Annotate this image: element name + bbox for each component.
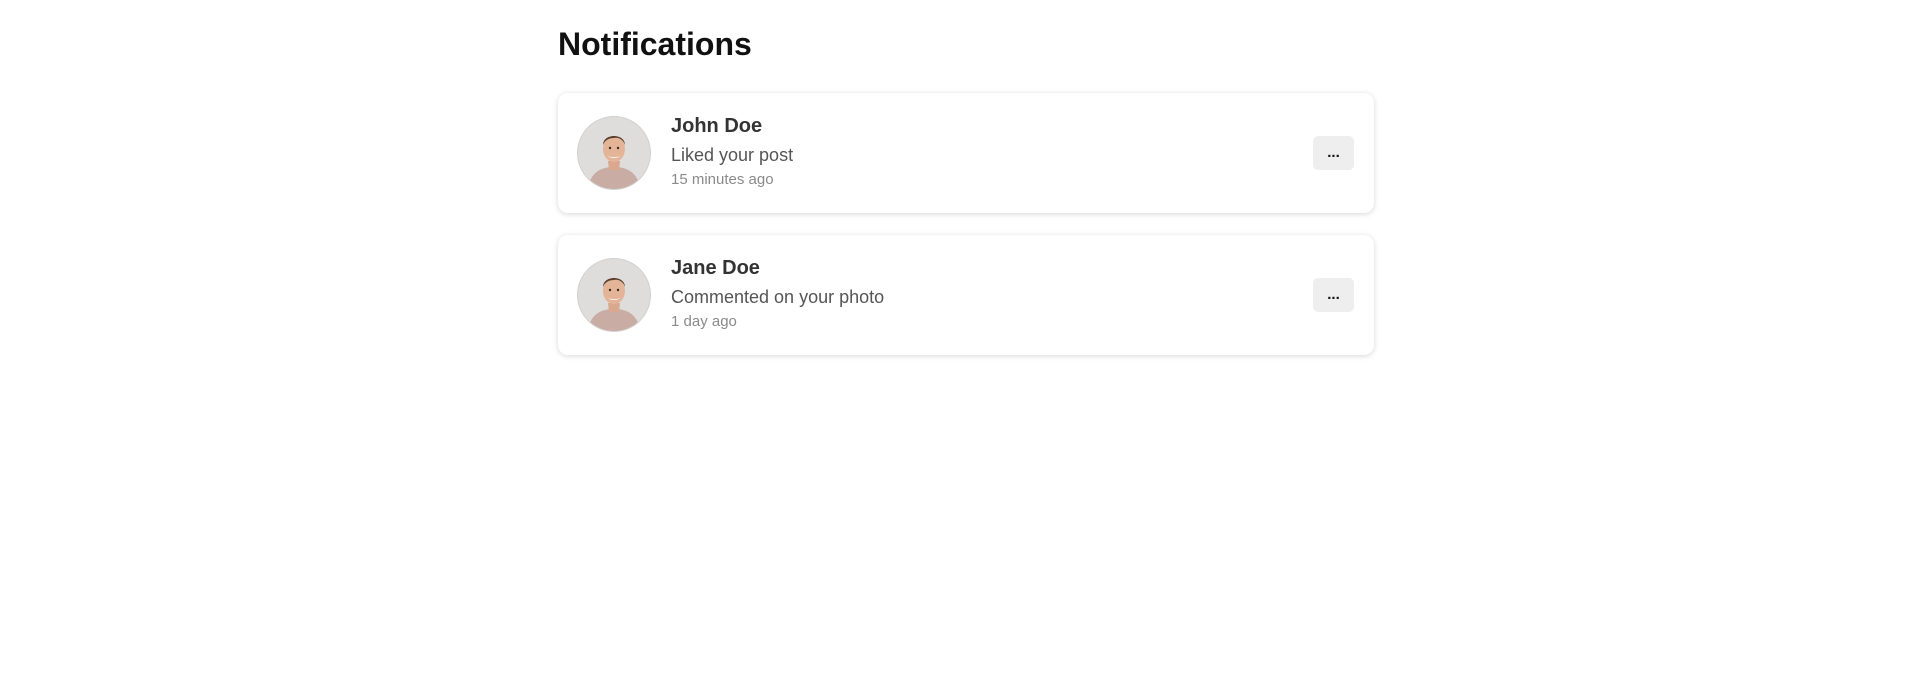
avatar[interactable]: [578, 117, 650, 189]
more-options-button[interactable]: ...: [1313, 278, 1354, 312]
notification-list: John Doe Liked your post 15 minutes ago …: [558, 93, 1374, 355]
notification-action-text: Commented on your photo: [671, 287, 885, 307]
user-avatar-icon: [578, 117, 650, 189]
avatar[interactable]: [578, 259, 650, 331]
notification-timestamp: 1 day ago: [671, 313, 737, 330]
user-avatar-icon: [578, 259, 650, 331]
notification-action-text: Liked your post: [671, 145, 794, 165]
notification-content: John Doe Liked your post 15 minutes ago: [671, 113, 793, 189]
more-options-button[interactable]: ...: [1313, 136, 1354, 170]
notification-card[interactable]: Jane Doe Commented on your photo 1 day a…: [558, 235, 1374, 355]
notification-card[interactable]: John Doe Liked your post 15 minutes ago …: [558, 93, 1374, 213]
notification-user-name: Jane Doe: [671, 257, 760, 279]
notifications-page: Notifications John Doe Liked your post 1…: [558, 0, 1374, 377]
notification-timestamp: 15 minutes ago: [671, 171, 774, 188]
notification-user-name: John Doe: [671, 115, 763, 137]
notification-content: Jane Doe Commented on your photo 1 day a…: [671, 255, 884, 331]
page-title: Notifications: [558, 26, 752, 62]
